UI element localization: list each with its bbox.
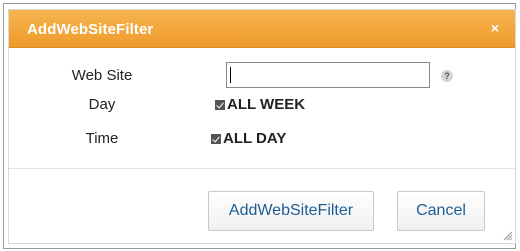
- dialog-title: AddWebSiteFilter: [27, 21, 154, 38]
- day-label: Day: [88, 96, 116, 113]
- all-day-option: ALL DAY: [211, 130, 286, 147]
- website-label: Web Site: [71, 67, 133, 84]
- time-label: Time: [85, 130, 119, 147]
- help-icon[interactable]: ?: [441, 70, 453, 82]
- resize-grip-icon[interactable]: [503, 231, 513, 241]
- close-icon[interactable]: ×: [487, 19, 503, 37]
- dialog-body: Web Site ? Day ALL WEEK Time ALL DAY: [9, 48, 515, 168]
- add-website-filter-dialog: AddWebSiteFilter × Web Site ? Day ALL WE…: [8, 9, 516, 244]
- all-week-label: ALL WEEK: [227, 96, 306, 113]
- all-day-checkbox[interactable]: [211, 133, 221, 144]
- add-website-filter-button[interactable]: AddWebSiteFilter: [208, 191, 374, 231]
- text-caret: [230, 67, 231, 83]
- all-day-label: ALL DAY: [223, 130, 287, 147]
- all-week-option: ALL WEEK: [215, 96, 305, 113]
- cancel-button[interactable]: Cancel: [397, 191, 485, 231]
- website-input[interactable]: [226, 62, 430, 88]
- dialog-titlebar[interactable]: AddWebSiteFilter ×: [9, 10, 515, 48]
- dialog-footer: AddWebSiteFilter Cancel: [9, 169, 515, 243]
- all-week-checkbox[interactable]: [215, 99, 225, 110]
